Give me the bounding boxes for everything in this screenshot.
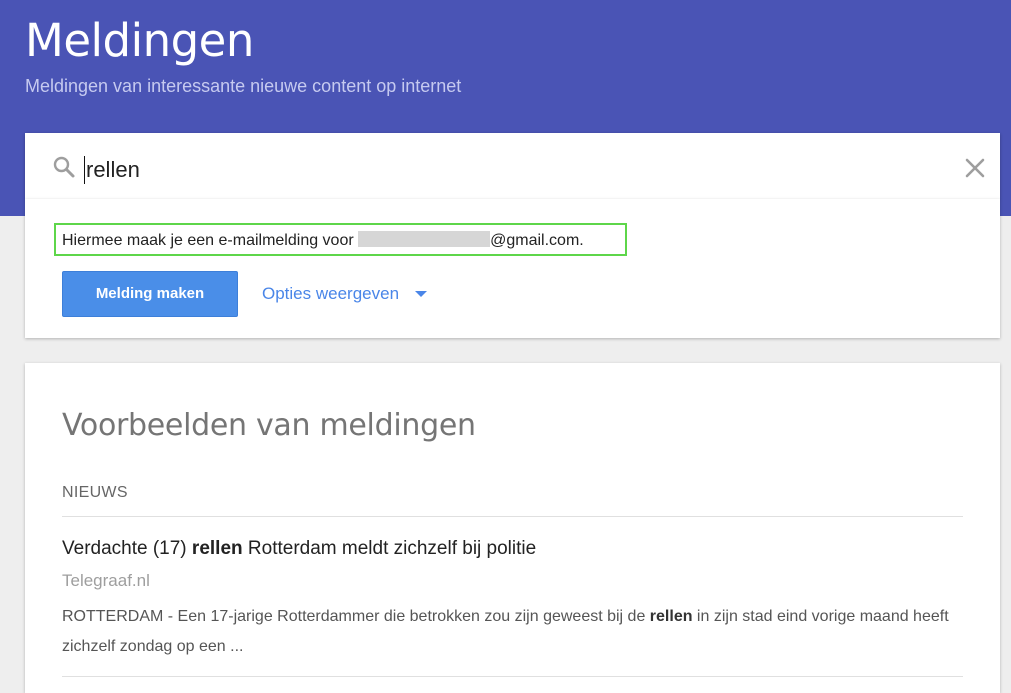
page-title: Meldingen (25, 14, 254, 67)
divider (62, 516, 963, 517)
show-options-link[interactable]: Opties weergeven (262, 283, 399, 305)
news-snippet-prefix: ROTTERDAM - Een 17-jarige Rotterdammer d… (62, 608, 650, 625)
news-item-title[interactable]: Verdachte (17) rellen Rotterdam meldt zi… (62, 538, 536, 560)
search-icon (53, 156, 75, 178)
divider (62, 676, 963, 677)
page-subtitle: Meldingen van interessante nieuwe conten… (25, 76, 462, 96)
email-notice-suffix: @gmail.com. (490, 232, 584, 249)
close-icon[interactable] (962, 155, 988, 181)
email-notice-prefix: Hiermee maak je een e-mailmelding voor (62, 232, 359, 249)
news-title-suffix: Rotterdam meldt zichzelf bij politie (242, 538, 537, 559)
news-item-snippet: ROTTERDAM - Een 17-jarige Rotterdammer d… (62, 602, 952, 662)
news-snippet-keyword: rellen (649, 608, 693, 625)
email-notice: Hiermee maak je een e-mailmelding voor @… (62, 231, 584, 251)
caret-down-icon[interactable] (415, 291, 427, 297)
search-input[interactable] (25, 133, 1000, 199)
create-alert-card (25, 199, 1000, 338)
create-alert-button[interactable]: Melding maken (62, 271, 238, 317)
news-title-keyword: rellen (191, 538, 243, 559)
news-item-source: Telegraaf.nl (62, 571, 150, 590)
news-title-prefix: Verdachte (17) (62, 538, 192, 559)
redacted-email (358, 231, 491, 247)
section-label-news: NIEUWS (62, 484, 128, 501)
examples-title: Voorbeelden van meldingen (62, 408, 476, 443)
search-query[interactable]: rellen (84, 156, 140, 184)
